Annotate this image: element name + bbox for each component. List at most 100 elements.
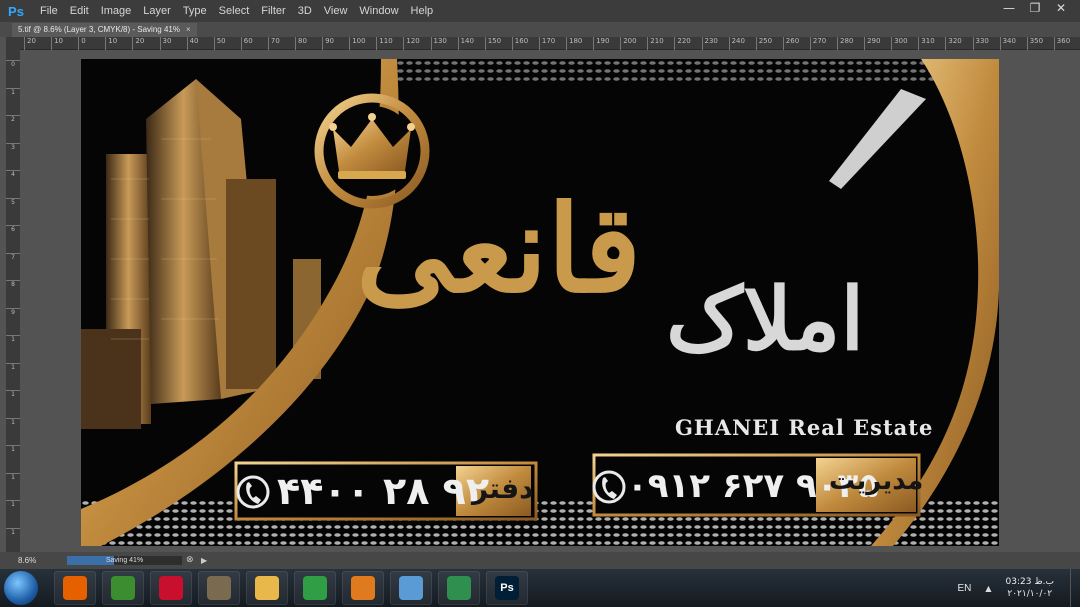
ruler-tick-label: 240 (728, 37, 745, 50)
menu-item-3d[interactable]: 3D (292, 0, 318, 22)
window-controls: — ❐ ✕ (996, 0, 1074, 16)
ruler-tick-label: 360 (1053, 37, 1070, 50)
ruler-tick-label: 30 (159, 37, 171, 50)
ruler-tick-label: 220 (674, 37, 691, 50)
taskbar-app-button[interactable] (150, 571, 192, 605)
brand-title-main: املاک (666, 269, 865, 370)
dot-pattern-top (381, 59, 941, 85)
ruler-tick-label: 8 (6, 280, 20, 288)
image-viewer-icon (399, 576, 423, 600)
ruler-tick-label: 120 (403, 37, 420, 50)
ruler-tick-label: 1 (6, 527, 20, 536)
ruler-tick-label: 1 (6, 87, 20, 96)
ruler-tick-label: 1 (6, 500, 20, 508)
ruler-tick-label: 290 (864, 37, 880, 50)
close-button[interactable]: ✕ (1048, 0, 1074, 16)
ruler-tick-label: 4 (6, 170, 20, 178)
office-label: دفتر (472, 472, 534, 505)
language-indicator[interactable]: EN (957, 583, 971, 594)
tab-close-icon[interactable]: × (186, 23, 191, 37)
ruler-tick-label: 3 (6, 142, 20, 151)
save-progress-bar: Saving 41% (67, 556, 182, 565)
ruler-tick-label: 100 (349, 37, 366, 50)
media-player-icon (351, 576, 375, 600)
ruler-tick-label: 310 (918, 37, 935, 50)
ruler-tick-label: 350 (1026, 37, 1043, 50)
chrome-icon (303, 576, 327, 600)
ruler-tick-label: 9 (6, 307, 20, 316)
ruler-tick-label: 50 (213, 37, 226, 50)
ruler-tick-label: 200 (620, 37, 637, 50)
photoshop-icon: Ps (495, 576, 519, 600)
ruler-tick-label: 10 (105, 37, 117, 50)
ruler-tick-label: 330 (972, 37, 989, 50)
brand-title-gold: قانعی (356, 179, 642, 320)
ruler-tick-label: 90 (322, 37, 334, 50)
ruler-tick-label: 5 (6, 197, 20, 206)
taskbar-app-button[interactable]: Ps (486, 571, 528, 605)
clock[interactable]: 03:23 ب.ظ ۲۰۲۱/۱۰/۰۲ (1006, 576, 1054, 600)
menu-item-view[interactable]: View (318, 0, 354, 22)
menu-bar: Ps File Edit Image Layer Type Select Filter 3D V… (0, 0, 1080, 22)
archive-icon (207, 576, 231, 600)
menu-item-filter[interactable]: Filter (255, 0, 291, 22)
menu-item-window[interactable]: Window (353, 0, 404, 22)
taskbar-app-button[interactable] (294, 571, 336, 605)
folder-icon (255, 576, 279, 600)
menu-item-help[interactable]: Help (405, 0, 440, 22)
office-phone-number: ۴۴۰۰ ۲۸ ۹۲ (277, 469, 490, 513)
taskbar-app-button[interactable] (198, 571, 240, 605)
taskbar-app-button[interactable] (102, 571, 144, 605)
ruler-tick-label: 280 (837, 37, 853, 50)
menu-item-file[interactable]: File (34, 0, 64, 22)
ruler-tick-label: 60 (240, 37, 253, 50)
brand-english-name: GHANEI Real Estate (675, 415, 934, 440)
photoshop-logo: Ps (8, 3, 24, 19)
ruler-tick-label: 160 (511, 37, 528, 50)
ruler-tick-label: 1 (6, 445, 20, 453)
ruler-tick-label: 20 (132, 37, 144, 50)
ruler-tick-label: 110 (376, 37, 393, 50)
menu-item-select[interactable]: Select (213, 0, 256, 22)
taskbar-app-button[interactable] (342, 571, 384, 605)
menu-item-type[interactable]: Type (177, 0, 213, 22)
ruler-tick-label: 6 (6, 225, 20, 233)
manager-label: مدیریت (829, 466, 924, 496)
vertical-ruler[interactable]: 0 1 2 3 4 5 6 7 8 9 1 1 1 1 1 1 1 1 (6, 50, 20, 552)
taskbar-app-button[interactable] (54, 571, 96, 605)
ruler-tick-label: 300 (891, 37, 908, 50)
ruler-tick-label: 1 (6, 417, 20, 426)
minimize-button[interactable]: — (996, 0, 1022, 16)
show-desktop-button[interactable] (1070, 569, 1080, 607)
ruler-tick-label: 320 (945, 37, 962, 50)
menu-item-edit[interactable]: Edit (64, 0, 95, 22)
taskbar-app-button[interactable] (438, 571, 480, 605)
document-canvas[interactable]: قانعی املاک GHANEI Real Estate ۴۴۰۰ ۲۸ ۹… (81, 59, 999, 546)
ruler-tick-label: 0 (6, 60, 20, 68)
status-menu-arrow-icon[interactable]: ▶ (201, 555, 211, 566)
ruler-tick-label: 7 (6, 252, 20, 261)
tray-expand-icon[interactable]: ▲ (985, 584, 991, 593)
ruler-tick-label: 140 (457, 37, 474, 50)
ruler-tick-label: 1 (6, 335, 20, 343)
taskbar: Ps EN ▲ 03:23 ب.ظ ۲۰۲۱/۱۰/۰۲ (0, 569, 1080, 607)
ruler-origin[interactable] (6, 37, 20, 50)
clock-date: ۲۰۲۱/۱۰/۰۲ (1007, 589, 1053, 599)
system-tray: EN ▲ 03:23 ب.ظ ۲۰۲۱/۱۰/۰۲ (957, 569, 1080, 607)
start-button[interactable] (4, 571, 38, 605)
ruler-tick-label: 150 (484, 37, 501, 50)
menu-item-image[interactable]: Image (95, 0, 138, 22)
horizontal-ruler[interactable]: 20 10 0 10 20 30 40 50 60 70 80 90 100 110 120 130 140 15… (20, 37, 1080, 50)
menu-item-layer[interactable]: Layer (137, 0, 177, 22)
photoshop-window: Ps File Edit Image Layer Type Select Filter 3D V… (0, 0, 1080, 607)
restore-button[interactable]: ❐ (1022, 0, 1048, 16)
ruler-tick-label: 1 (6, 362, 20, 371)
ruler-tick-label: 210 (647, 37, 664, 50)
taskbar-app-button[interactable] (246, 571, 288, 605)
ruler-tick-label: 250 (755, 37, 772, 50)
taskbar-app-button[interactable] (390, 571, 432, 605)
document-tab[interactable]: 5.tif @ 8.6% (Layer 3, CMYK/8) - Saving … (12, 23, 197, 37)
document-tab-title: 5.tif @ 8.6% (Layer 3, CMYK/8) - Saving … (18, 25, 180, 34)
zoom-level[interactable]: 8.6% (0, 556, 42, 565)
cancel-save-icon[interactable]: ⊗ (186, 555, 197, 566)
